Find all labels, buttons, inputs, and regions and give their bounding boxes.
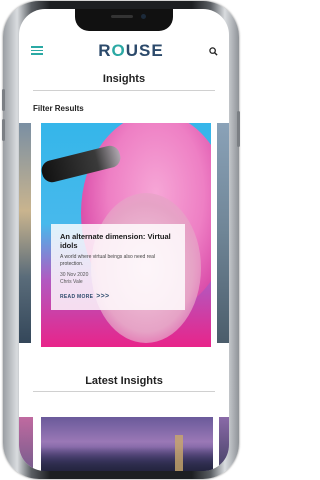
speaker	[111, 15, 133, 18]
latest-next-card[interactable]	[219, 417, 229, 471]
latest-insight-image[interactable]	[41, 417, 213, 471]
filter-results-label[interactable]: Filter Results	[33, 104, 84, 113]
arrows-icon: >>>	[96, 293, 110, 300]
volume-button	[2, 89, 5, 111]
featured-insight-card[interactable]: An alternate dimension: Virtual idols A …	[51, 224, 185, 310]
divider	[33, 90, 215, 91]
notch	[75, 9, 173, 31]
front-camera	[141, 14, 146, 19]
latest-insights-title: Latest Insights	[85, 375, 163, 387]
carousel-prev-card[interactable]	[19, 123, 31, 343]
volume-button	[2, 119, 5, 141]
card-author: Chris Vale	[60, 278, 83, 285]
lit-tower-shape	[175, 435, 183, 471]
page-title: Insights	[102, 73, 146, 85]
power-button	[237, 111, 240, 147]
divider	[33, 391, 215, 392]
hamburger-menu-icon[interactable]	[31, 46, 43, 55]
city-skyline-shape	[41, 447, 213, 471]
card-description: A world where virtual beings also need r…	[60, 254, 156, 267]
read-more-link[interactable]: READ MORE >>>	[60, 293, 176, 300]
phone-screen: ROUSE Insights Filter Results An alterna…	[19, 9, 229, 471]
card-title[interactable]: An alternate dimension: Virtual idols	[60, 232, 176, 250]
carousel-next-card[interactable]	[217, 123, 229, 343]
rouse-logo[interactable]: ROUSE	[91, 41, 171, 61]
search-icon[interactable]	[209, 47, 218, 56]
latest-prev-card[interactable]	[19, 417, 33, 471]
phone-frame: ROUSE Insights Filter Results An alterna…	[2, 1, 240, 479]
